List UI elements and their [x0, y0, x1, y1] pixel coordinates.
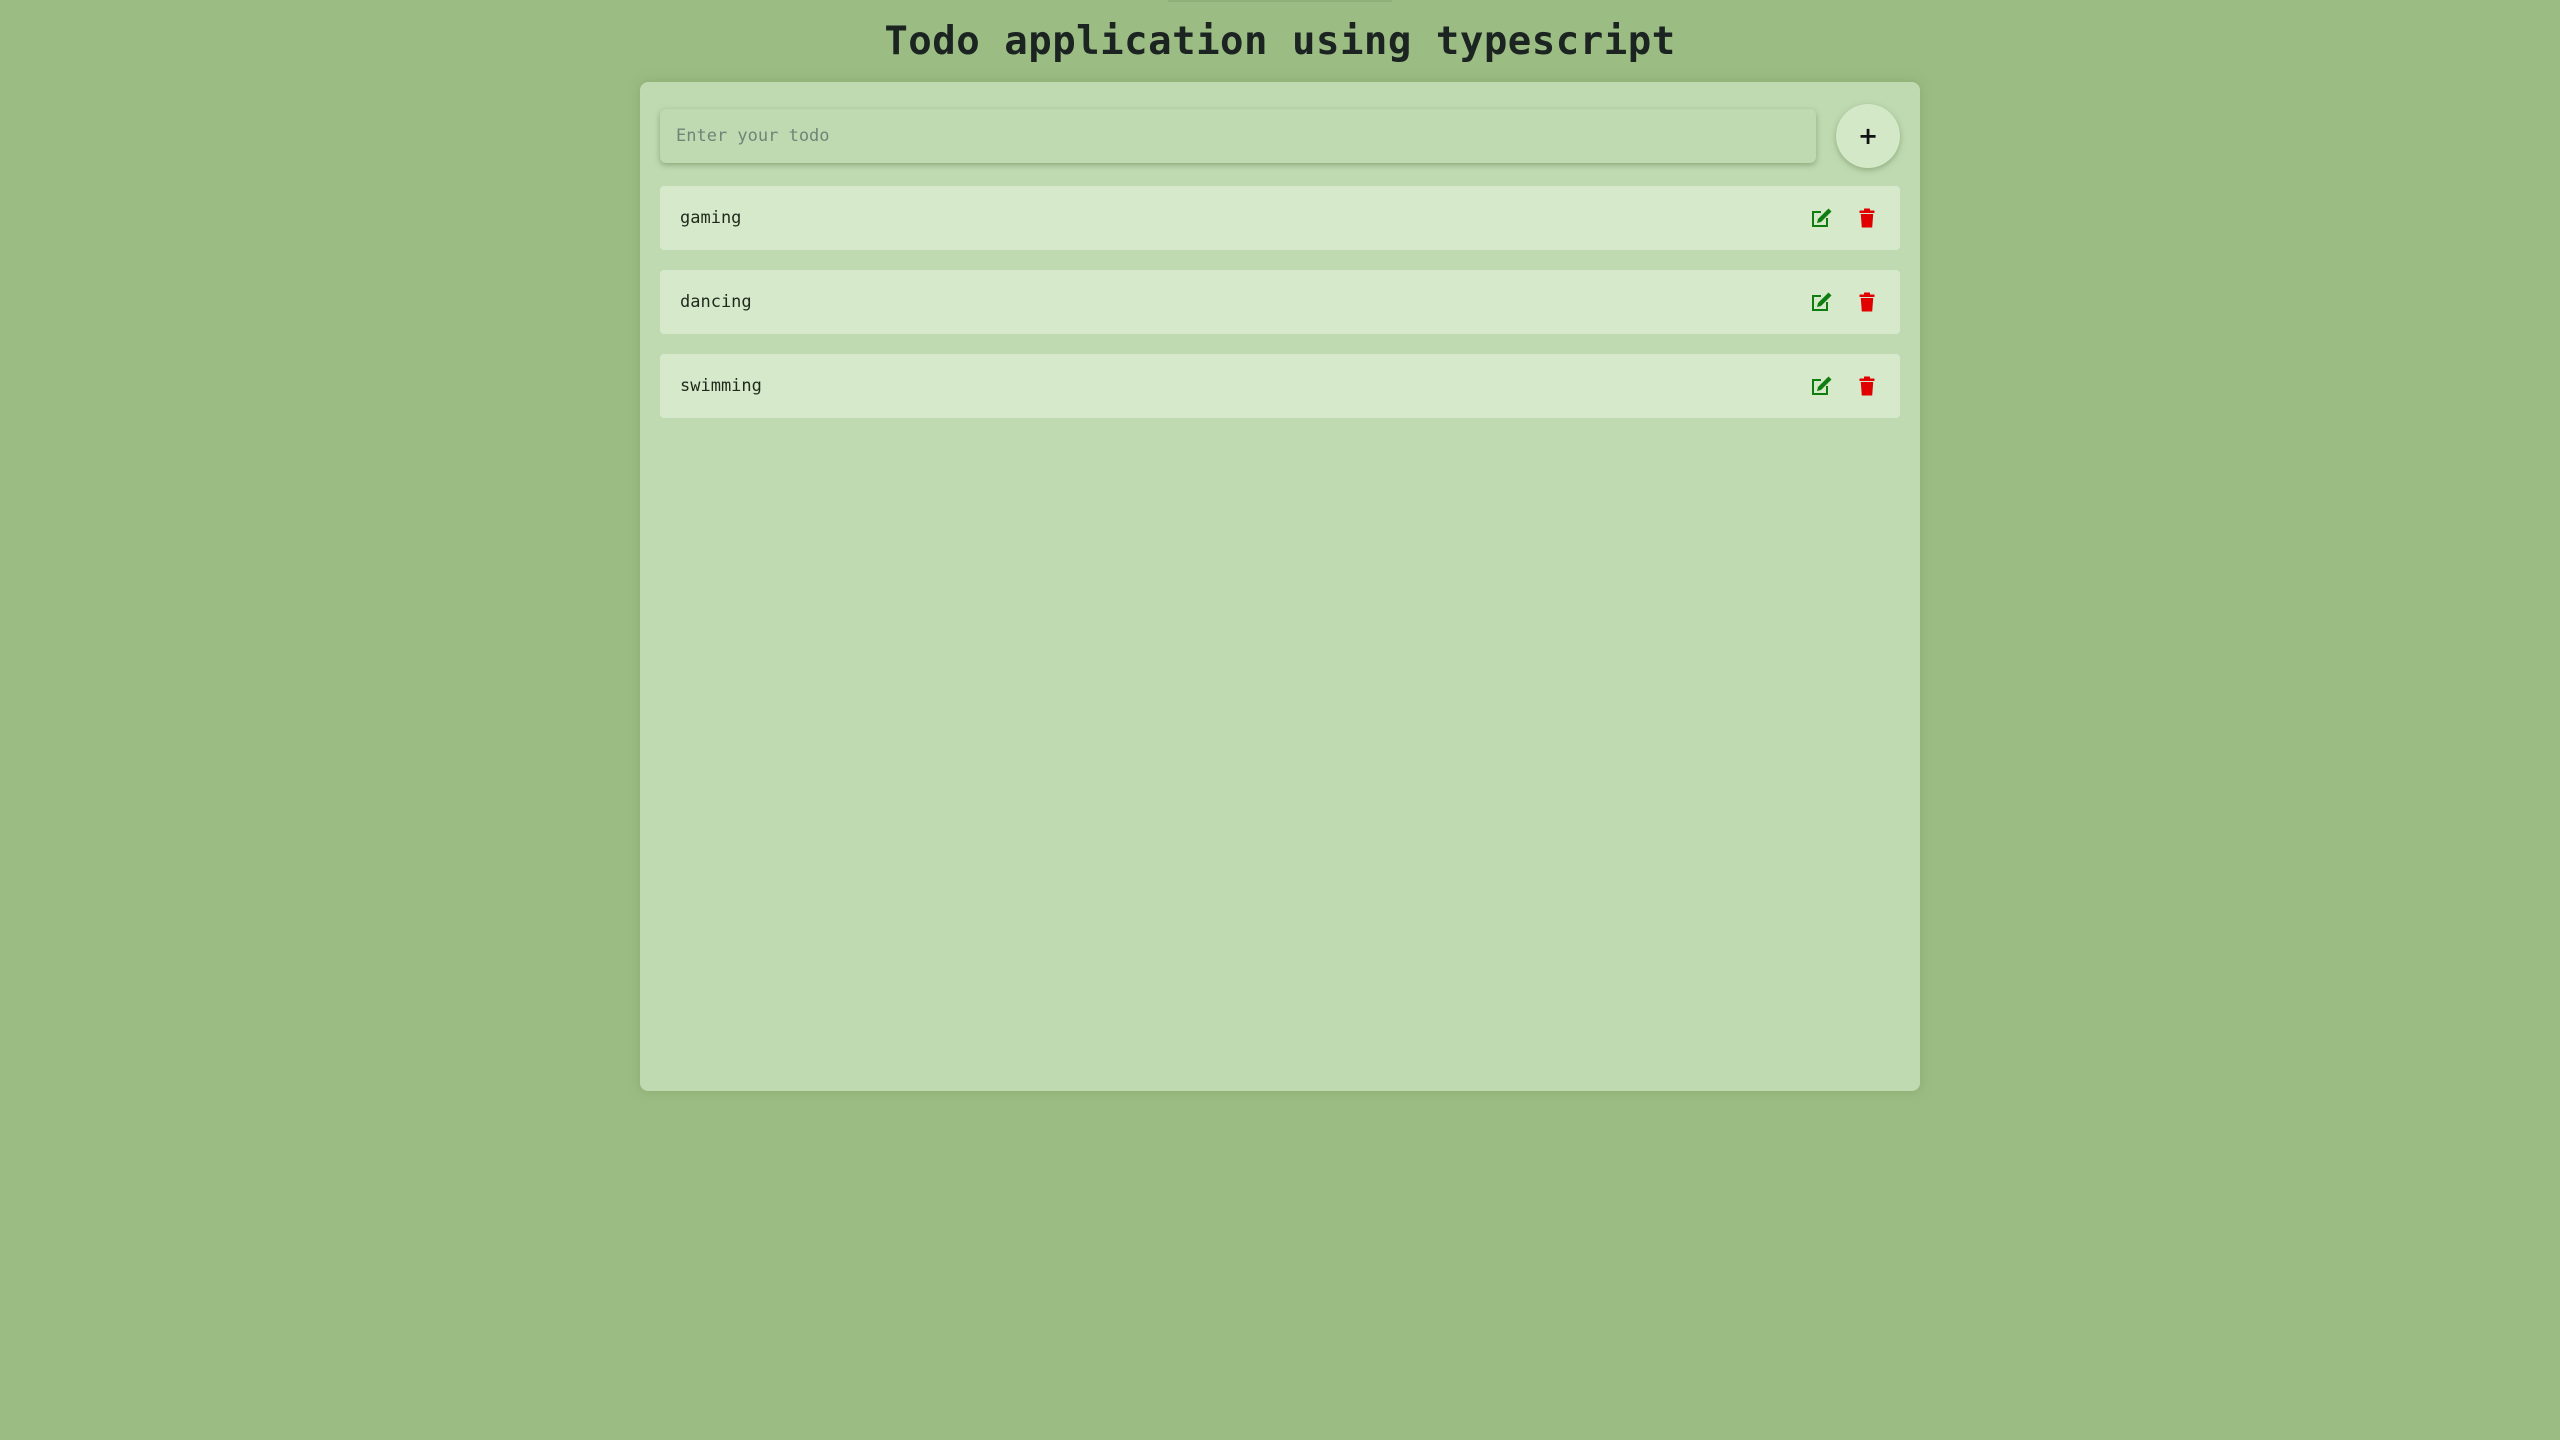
todo-panel: + gaming: [640, 82, 1920, 1091]
todo-actions: [1808, 205, 1880, 231]
todo-item: dancing: [660, 270, 1900, 334]
page-title: Todo application using typescript: [884, 19, 1676, 64]
trash-icon[interactable]: [1854, 289, 1880, 315]
todo-item: swimming: [660, 354, 1900, 418]
todo-input[interactable]: [660, 109, 1816, 163]
todo-actions: [1808, 289, 1880, 315]
top-edge-strip: [1168, 0, 1392, 2]
todo-actions: [1808, 373, 1880, 399]
todo-item: gaming: [660, 186, 1900, 250]
trash-icon[interactable]: [1854, 373, 1880, 399]
todo-text: dancing: [680, 292, 752, 312]
edit-icon[interactable]: [1808, 289, 1834, 315]
add-todo-button[interactable]: +: [1836, 104, 1900, 168]
edit-icon[interactable]: [1808, 373, 1834, 399]
edit-icon[interactable]: [1808, 205, 1834, 231]
trash-icon[interactable]: [1854, 205, 1880, 231]
todo-list: gaming dancing swimming: [660, 186, 1900, 438]
input-row: +: [660, 102, 1900, 168]
todo-text: gaming: [680, 208, 742, 228]
todo-text: swimming: [680, 376, 762, 396]
